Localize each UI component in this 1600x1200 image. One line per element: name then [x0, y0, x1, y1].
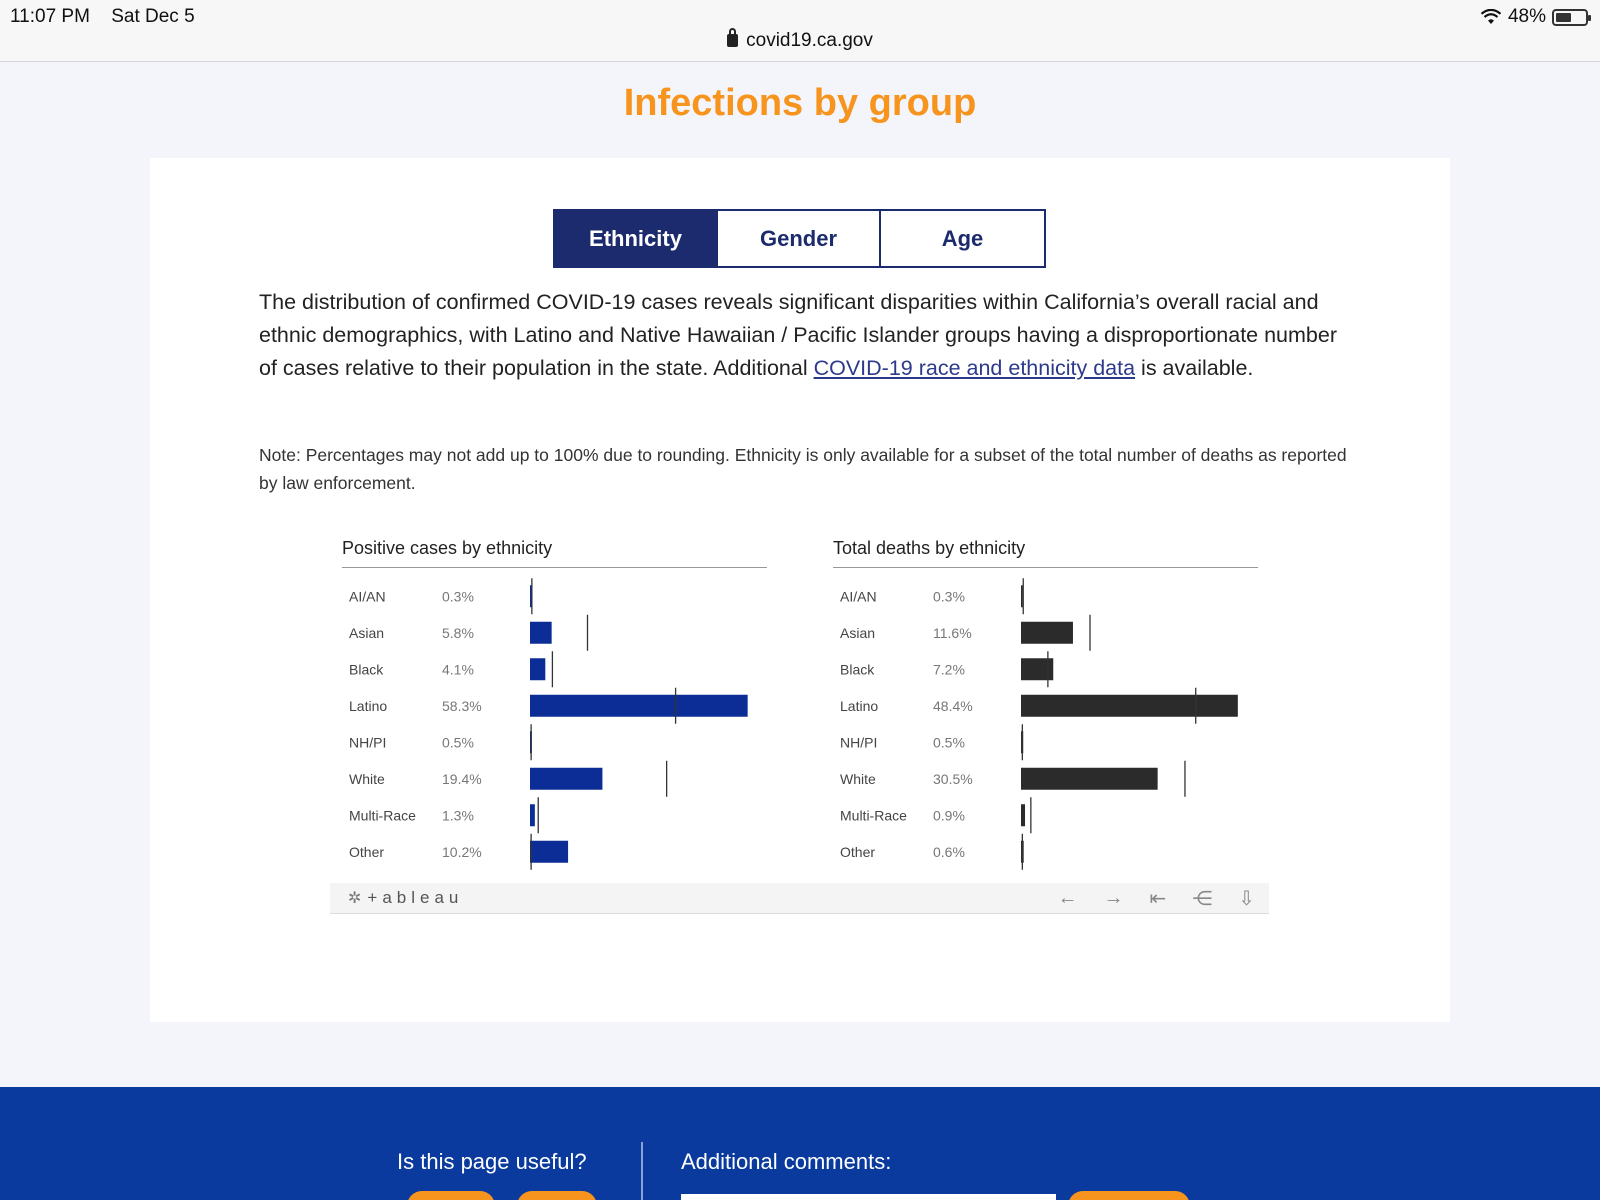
- value-label: 0.6%: [933, 844, 965, 860]
- comments-input[interactable]: [681, 1194, 1056, 1200]
- battery-icon: [1552, 8, 1591, 26]
- data-bar[interactable]: [1021, 585, 1023, 608]
- lock-icon: [727, 28, 739, 47]
- tableau-logo: ✲ +ableau: [348, 888, 463, 908]
- category-label: Multi-Race: [349, 807, 416, 823]
- category-label: White: [349, 771, 385, 787]
- feedback-footer: Is this page useful? Additional comments…: [0, 1087, 1600, 1200]
- status-date: Sat Dec 5: [111, 6, 195, 27]
- group-tabs: Ethnicity Gender Age: [553, 209, 1046, 268]
- data-bar[interactable]: [530, 767, 603, 790]
- tab-gender[interactable]: Gender: [718, 211, 881, 266]
- category-label: Other: [349, 844, 384, 860]
- category-label: Other: [840, 844, 875, 860]
- address-bar[interactable]: covid19.ca.gov: [0, 28, 1600, 52]
- data-bar[interactable]: [530, 840, 569, 863]
- status-time: 11:07 PM: [10, 6, 90, 27]
- data-bar[interactable]: [530, 658, 546, 681]
- value-label: 11.6%: [933, 625, 972, 641]
- tab-age[interactable]: Age: [881, 211, 1044, 266]
- tableau-toolbar: ✲ +ableau ← → ⇤ ⋲ ⇩: [330, 883, 1269, 914]
- url-text: covid19.ca.gov: [746, 30, 873, 51]
- category-label: Black: [349, 661, 384, 677]
- category-label: Black: [840, 661, 875, 677]
- cases-chart-svg: AI/AN 0.3% Asian 5.8% Black 4.1% Latino 58.3% NH…: [349, 578, 748, 870]
- additional-comments-label: Additional comments:: [681, 1149, 892, 1174]
- tab-ethnicity[interactable]: Ethnicity: [555, 211, 718, 266]
- deaths-chart-svg: AI/AN 0.3% Asian 11.6% Black 7.2% Latino 48.4% N…: [840, 578, 1238, 870]
- page-title: Infections by group: [623, 82, 977, 124]
- value-label: 1.3%: [442, 807, 474, 823]
- value-label: 10.2%: [442, 844, 482, 860]
- data-bar[interactable]: [1021, 694, 1238, 717]
- data-bar[interactable]: [530, 804, 535, 827]
- tableau-logo-text: +ableau: [367, 888, 464, 907]
- data-bar[interactable]: [530, 621, 552, 644]
- value-label: 0.9%: [933, 807, 965, 823]
- feedback-no-button[interactable]: [517, 1191, 597, 1200]
- undo-icon[interactable]: ←: [1057, 887, 1077, 910]
- status-indicators: 48%: [1480, 6, 1591, 28]
- deaths-chart-title: Total deaths by ethnicity: [833, 538, 1258, 568]
- value-label: 7.2%: [933, 661, 965, 677]
- value-label: 4.1%: [442, 661, 474, 677]
- feedback-yes-button[interactable]: [407, 1191, 495, 1200]
- status-bar: 11:07 PM Sat Dec 5 48% covid19.ca.gov: [0, 0, 1600, 62]
- value-label: 0.5%: [933, 734, 965, 750]
- value-label: 0.5%: [442, 734, 474, 750]
- category-label: White: [840, 771, 876, 787]
- value-label: 0.3%: [933, 588, 965, 604]
- category-label: Latino: [349, 698, 387, 714]
- battery-percent: 48%: [1507, 6, 1546, 27]
- category-label: NH/PI: [840, 734, 877, 750]
- category-label: Latino: [840, 698, 878, 714]
- page-useful-question: Is this page useful?: [397, 1149, 587, 1174]
- tableau-mark-icon: ✲: [348, 890, 362, 907]
- data-bar[interactable]: [1021, 621, 1073, 644]
- value-label: 58.3%: [442, 698, 482, 714]
- data-bar[interactable]: [1021, 767, 1158, 790]
- deaths-chart: Total deaths by ethnicity AI/AN 0.3% Asian…: [833, 538, 1258, 876]
- cases-chart: Positive cases by ethnicity AI/AN 0.3% Asi…: [342, 538, 767, 876]
- value-label: 5.8%: [442, 625, 474, 641]
- race-ethnicity-data-link[interactable]: COVID-19 race and ethnicity data: [814, 356, 1135, 380]
- submit-button[interactable]: [1068, 1191, 1190, 1200]
- footer-divider: [641, 1142, 643, 1200]
- value-label: 48.4%: [933, 698, 973, 714]
- category-label: NH/PI: [349, 734, 386, 750]
- category-label: Asian: [349, 625, 384, 641]
- wifi-icon: [1480, 9, 1502, 24]
- redo-icon[interactable]: →: [1103, 887, 1123, 910]
- data-bar[interactable]: [530, 694, 748, 717]
- category-label: Asian: [840, 625, 875, 641]
- rounding-note: Note: Percentages may not add up to 100%…: [259, 445, 1347, 493]
- description-tail: is available.: [1135, 356, 1254, 380]
- status-time-date: 11:07 PM Sat Dec 5: [10, 6, 211, 28]
- value-label: 30.5%: [933, 771, 973, 787]
- category-label: AI/AN: [840, 588, 877, 604]
- share-icon[interactable]: ⋲: [1192, 886, 1212, 911]
- download-icon[interactable]: ⇩: [1238, 886, 1255, 911]
- category-label: Multi-Race: [840, 807, 907, 823]
- category-label: AI/AN: [349, 588, 386, 604]
- value-label: 19.4%: [442, 771, 482, 787]
- data-bar[interactable]: [1021, 804, 1026, 827]
- content-card: Ethnicity Gender Age The distribution of…: [150, 158, 1450, 1022]
- value-label: 0.3%: [442, 588, 474, 604]
- tableau-tools: ← → ⇤ ⋲ ⇩: [1057, 886, 1255, 911]
- description: The distribution of confirmed COVID-19 c…: [259, 286, 1359, 385]
- revert-icon[interactable]: ⇤: [1149, 886, 1166, 911]
- cases-chart-title: Positive cases by ethnicity: [342, 538, 767, 568]
